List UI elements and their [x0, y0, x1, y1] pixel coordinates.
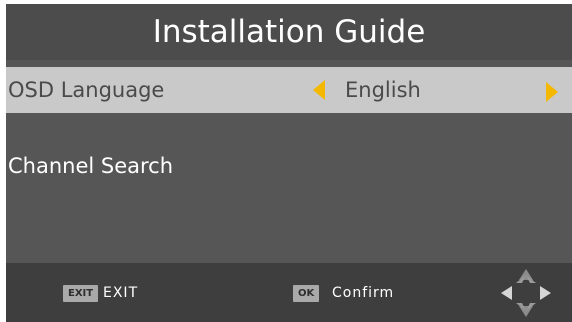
- exit-label: EXIT: [103, 285, 139, 301]
- footer-help-bar: EXIT EXIT OK Confirm: [6, 263, 572, 322]
- menu-list: OSD Language English Channel Search: [6, 60, 572, 263]
- menu-item-osd-language[interactable]: OSD Language English: [6, 67, 572, 113]
- page-title: Installation Guide: [152, 14, 426, 50]
- dpad-icon: [501, 269, 551, 317]
- exit-key-icon[interactable]: EXIT: [63, 285, 99, 302]
- installation-guide-panel: Installation Guide OSD Language English …: [6, 4, 572, 322]
- osd-language-value: English: [345, 78, 421, 102]
- menu-item-channel-search[interactable]: Channel Search: [6, 143, 572, 189]
- osd-language-label: OSD Language: [8, 78, 165, 102]
- confirm-label: Confirm: [332, 285, 395, 301]
- left-arrow-icon[interactable]: [313, 80, 325, 100]
- ok-key-icon[interactable]: OK: [293, 285, 320, 302]
- channel-search-label: Channel Search: [8, 154, 174, 178]
- right-arrow-icon[interactable]: [546, 82, 558, 102]
- header: Installation Guide: [6, 4, 572, 60]
- tv-screen: Installation Guide OSD Language English …: [0, 0, 572, 322]
